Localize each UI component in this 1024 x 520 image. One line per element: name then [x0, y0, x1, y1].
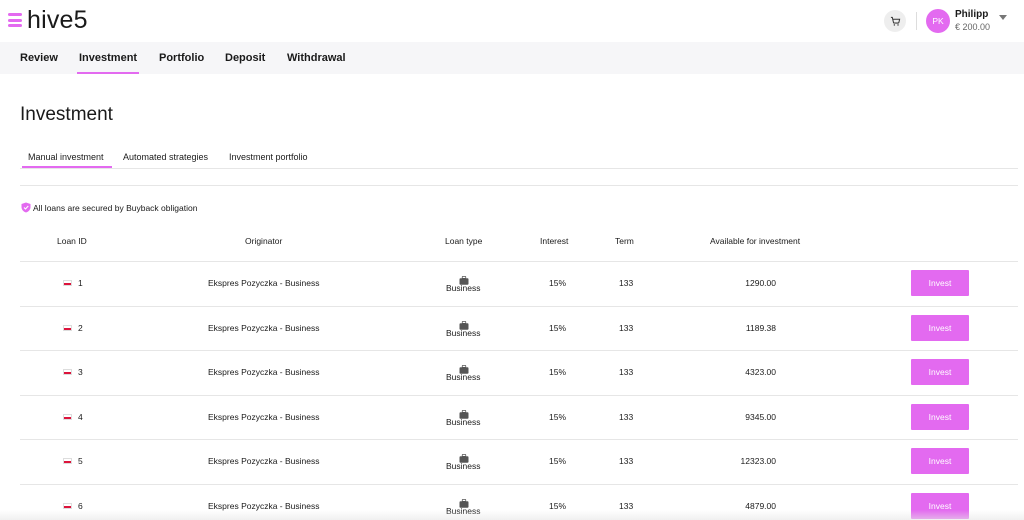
originator: Ekspres Pozyczka - Business	[208, 367, 320, 377]
poland-flag-icon	[63, 369, 72, 375]
poland-flag-icon	[63, 458, 72, 464]
invest-button[interactable]: Invest	[911, 270, 969, 296]
header-interest[interactable]: Interest	[540, 236, 568, 246]
loan-type: Business	[446, 283, 481, 293]
user-balance: € 200.00	[955, 22, 991, 32]
row-divider	[20, 483, 1018, 485]
header-term[interactable]: Term	[615, 236, 634, 246]
avatar[interactable]: PK	[926, 9, 950, 33]
nav-withdrawal[interactable]: Withdrawal	[287, 52, 346, 64]
section-divider	[20, 185, 1018, 186]
loan-id[interactable]: 3	[78, 367, 83, 377]
interest: 15%	[549, 278, 567, 288]
term: 133	[619, 500, 634, 511]
originator: Ekspres Pozyczka - Business	[208, 278, 320, 288]
subtabs-divider	[20, 168, 1018, 169]
cart-icon	[890, 16, 900, 26]
buyback-notice-text: All loans are secured by Buyback obligat…	[33, 202, 198, 213]
term: 133	[619, 411, 634, 422]
loan-id[interactable]: 4	[78, 412, 83, 422]
loan-type: Business	[446, 461, 481, 471]
row-divider	[20, 261, 1018, 262]
row-divider	[20, 305, 1018, 307]
interest: 15%	[549, 500, 567, 511]
loan-id[interactable]: 5	[78, 456, 83, 466]
interest: 15%	[549, 411, 567, 422]
available-amount: 4323.00	[745, 367, 776, 377]
interest: 15%	[549, 322, 567, 333]
header-available[interactable]: Available for investment	[710, 236, 800, 246]
row-divider	[20, 439, 1018, 440]
briefcase-icon	[459, 450, 469, 463]
nav-investment[interactable]: Investment	[76, 52, 140, 74]
tab-manual-investment[interactable]: Manual investment	[22, 152, 112, 168]
main-nav: Review Investment Portfolio Deposit With…	[0, 42, 1024, 74]
available-amount: 1290.00	[745, 278, 776, 288]
invest-button[interactable]: Invest	[911, 314, 969, 341]
bottom-fade	[0, 510, 1024, 520]
originator: Ekspres Pozyczka - Business	[208, 411, 320, 422]
available-amount: 4879.00	[745, 500, 776, 511]
available-amount: 1189.38	[745, 322, 776, 333]
tab-investment-portfolio[interactable]: Investment portfolio	[229, 152, 308, 162]
page-title: Investment	[20, 104, 113, 125]
poland-flag-icon	[63, 502, 72, 509]
header-loan-id[interactable]: Loan ID	[57, 236, 87, 246]
available-amount: 12323.00	[740, 456, 776, 466]
row-divider	[20, 350, 1018, 351]
interest: 15%	[549, 456, 567, 466]
nav-review[interactable]: Review	[20, 52, 58, 64]
term: 133	[619, 367, 634, 377]
user-name[interactable]: Philipp	[955, 9, 988, 20]
header-originator[interactable]: Originator	[245, 236, 282, 246]
briefcase-icon	[459, 406, 469, 419]
available-amount: 9345.00	[745, 411, 776, 422]
nav-portfolio[interactable]: Portfolio	[159, 52, 204, 64]
interest: 15%	[549, 367, 567, 377]
loan-id[interactable]: 1	[78, 278, 83, 288]
cart-button[interactable]	[884, 10, 906, 32]
originator: Ekspres Pozyczka - Business	[208, 500, 320, 511]
poland-flag-icon	[63, 324, 72, 331]
header-divider	[916, 12, 917, 30]
invest-button[interactable]: Invest	[911, 448, 969, 474]
loan-id[interactable]: 2	[78, 323, 83, 333]
term: 133	[619, 456, 634, 466]
poland-flag-icon	[63, 280, 72, 286]
logo-text: hive5	[27, 6, 88, 34]
loan-type: Business	[446, 372, 481, 382]
originator: Ekspres Pozyczka - Business	[208, 322, 320, 333]
invest-button[interactable]: Invest	[911, 403, 969, 430]
loan-type: Business	[446, 416, 481, 427]
tab-automated-strategies[interactable]: Automated strategies	[123, 152, 208, 162]
invest-button[interactable]: Invest	[911, 359, 969, 385]
buyback-notice: All loans are secured by Buyback obligat…	[21, 202, 197, 213]
loan-type: Business	[446, 327, 481, 338]
briefcase-icon	[459, 495, 469, 508]
row-divider	[20, 394, 1018, 396]
top-bar: hive5 PK Philipp € 200.00	[0, 0, 1024, 42]
shield-check-icon	[21, 202, 31, 213]
header-loan-type[interactable]: Loan type	[445, 236, 482, 246]
menu-bars-icon[interactable]	[8, 13, 22, 27]
chevron-down-icon[interactable]	[999, 15, 1007, 21]
originator: Ekspres Pozyczka - Business	[208, 456, 320, 466]
briefcase-icon	[459, 361, 469, 374]
poland-flag-icon	[63, 413, 72, 420]
term: 133	[619, 322, 634, 333]
briefcase-icon	[459, 317, 469, 330]
loan-id[interactable]: 6	[78, 501, 83, 511]
briefcase-icon	[459, 272, 469, 285]
logo[interactable]: hive5	[8, 6, 88, 34]
nav-deposit[interactable]: Deposit	[225, 52, 265, 64]
term: 133	[619, 278, 634, 288]
